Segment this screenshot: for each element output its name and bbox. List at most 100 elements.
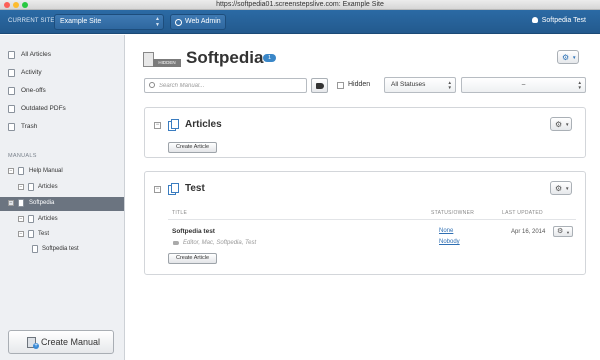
- expand-toggle-icon[interactable]: −: [18, 216, 24, 222]
- sidebar-item-activity[interactable]: Activity: [0, 66, 125, 80]
- chapter-icon: [28, 183, 34, 191]
- tree-item-label: Articles: [38, 216, 58, 222]
- filter-select[interactable]: – ▲ ▼: [461, 77, 586, 93]
- create-article-button[interactable]: Create Article: [168, 142, 217, 153]
- manual-icon: [18, 167, 24, 175]
- article-icon: [32, 245, 38, 253]
- web-admin-button[interactable]: Web Admin: [170, 14, 226, 30]
- sidebar-item-one-offs[interactable]: One-offs: [0, 84, 125, 98]
- last-updated: Apr 16, 2014: [511, 229, 546, 235]
- gear-icon: ⚙: [555, 184, 563, 193]
- caret-down-icon: ▼: [565, 186, 570, 191]
- hidden-checkbox[interactable]: [337, 82, 344, 89]
- header-divider: [168, 219, 576, 220]
- create-article-label: Create Article: [175, 255, 209, 261]
- one-offs-icon: [8, 87, 15, 95]
- activity-icon: [8, 69, 15, 77]
- create-manual-button[interactable]: + Create Manual: [8, 330, 114, 354]
- tree-item-test[interactable]: − Test: [0, 228, 124, 241]
- status-link[interactable]: None: [439, 228, 453, 234]
- status-select-value: All Statuses: [391, 81, 426, 88]
- expand-toggle-icon[interactable]: −: [8, 168, 14, 174]
- caret-down-icon: ▼: [566, 230, 570, 235]
- sidebar-item-label: All Articles: [21, 51, 51, 58]
- current-site-label: CURRENT SITE: [8, 18, 55, 24]
- tree-item-softpedia-articles[interactable]: − Articles: [0, 213, 124, 226]
- tree-item-softpedia[interactable]: − Softpedia: [0, 197, 124, 211]
- web-admin-label: Web Admin: [185, 18, 221, 25]
- site-select-value: Example Site: [60, 18, 102, 25]
- expand-toggle-icon[interactable]: −: [18, 231, 24, 237]
- outdated-pdfs-icon: [8, 105, 15, 113]
- chapter-settings-button[interactable]: ⚙ ▼: [550, 181, 572, 195]
- zoom-window-icon[interactable]: [22, 2, 28, 8]
- chapter-title: Articles: [185, 119, 222, 130]
- sidebar-item-trash[interactable]: Trash: [0, 120, 125, 134]
- article-tags: Editor, Mac, Softpedia, Test: [183, 240, 257, 246]
- tree-item-label: Softpedia test: [42, 246, 79, 252]
- collapse-toggle-icon[interactable]: −: [154, 122, 161, 129]
- hidden-badge: HIDDEN: [143, 52, 181, 68]
- create-manual-label: Create Manual: [41, 337, 101, 347]
- collapse-toggle-icon[interactable]: −: [154, 186, 161, 193]
- search-input[interactable]: [144, 78, 307, 93]
- tag-filter-button[interactable]: [311, 78, 328, 93]
- window-titlebar: https://softpedia01.screenstepslive.com:…: [0, 0, 600, 10]
- sidebar-item-all-articles[interactable]: All Articles: [0, 48, 125, 62]
- globe-icon: [175, 19, 182, 26]
- expand-toggle-icon[interactable]: −: [18, 184, 24, 190]
- chapter-icon: [28, 230, 34, 238]
- create-article-button[interactable]: Create Article: [168, 253, 217, 264]
- select-arrows-icon: ▲ ▼: [155, 16, 160, 28]
- window-controls: [4, 2, 28, 8]
- select-arrows-icon: ▲ ▼: [447, 80, 452, 90]
- tag-icon: [173, 241, 179, 245]
- minimize-window-icon[interactable]: [13, 2, 19, 8]
- article-settings-button[interactable]: ⚙ ▼: [553, 226, 573, 237]
- chapter-panel-articles: − Articles ⚙ ▼ Create Article: [144, 107, 586, 158]
- owner-link[interactable]: Nobody: [439, 239, 460, 245]
- tree-item-label: Articles: [38, 184, 58, 190]
- tree-item-label: Help Manual: [29, 168, 63, 174]
- trash-icon: [8, 123, 15, 131]
- status-select[interactable]: All Statuses ▲ ▼: [384, 77, 456, 93]
- search-icon: [149, 82, 155, 88]
- hidden-tag: HIDDEN: [153, 59, 181, 67]
- chapter-icon: [168, 119, 179, 132]
- user-icon: [531, 17, 538, 23]
- chapter-settings-button[interactable]: ⚙ ▼: [550, 117, 572, 131]
- user-name: Softpedia Test: [541, 17, 586, 24]
- manual-icon: [18, 199, 24, 207]
- select-arrows-icon: ▲ ▼: [577, 80, 582, 90]
- site-select[interactable]: Example Site ▲ ▼: [54, 14, 164, 30]
- tree-item-help-articles[interactable]: − Articles: [0, 181, 124, 194]
- tree-item-softpedia-test[interactable]: Softpedia test: [0, 243, 124, 256]
- create-article-label: Create Article: [175, 144, 209, 150]
- expand-toggle-icon[interactable]: −: [8, 200, 14, 206]
- article-title-link[interactable]: Softpedia test: [172, 228, 215, 235]
- sidebar-item-label: One-offs: [21, 87, 46, 94]
- hidden-checkbox-label: Hidden: [348, 81, 371, 88]
- all-articles-icon: [8, 51, 15, 59]
- tree-item-help-manual[interactable]: − Help Manual: [0, 165, 124, 178]
- caret-down-icon: ▼: [565, 122, 570, 127]
- manual-settings-button[interactable]: ⚙ ▼: [557, 50, 579, 64]
- close-window-icon[interactable]: [4, 2, 10, 8]
- user-menu[interactable]: Softpedia Test: [531, 17, 586, 24]
- chapter-icon: [28, 215, 34, 223]
- tree-item-label: Softpedia: [29, 200, 55, 206]
- manuals-heading: MANUALS: [8, 153, 37, 159]
- caret-down-icon: ▼: [572, 55, 577, 60]
- page-title: Softpedia: [186, 48, 264, 67]
- column-header-title: TITLE: [172, 210, 188, 216]
- sidebar-item-outdated-pdfs[interactable]: Outdated PDFs: [0, 102, 125, 116]
- count-badge: 1: [263, 54, 276, 62]
- sidebar-item-label: Activity: [21, 69, 42, 76]
- plus-icon: +: [33, 343, 39, 349]
- filter-select-value: –: [521, 81, 526, 88]
- column-header-last-updated: LAST UPDATED: [502, 210, 543, 216]
- main-content: HIDDEN Softpedia 1 ⚙▼ Hidden All Statuse…: [126, 35, 600, 360]
- sidebar-item-label: Trash: [21, 123, 38, 130]
- sidebar: All Articles Activity One-offs Outdated …: [0, 35, 125, 360]
- top-bar: CURRENT SITE Example Site ▲ ▼ Web Admin S…: [0, 10, 600, 34]
